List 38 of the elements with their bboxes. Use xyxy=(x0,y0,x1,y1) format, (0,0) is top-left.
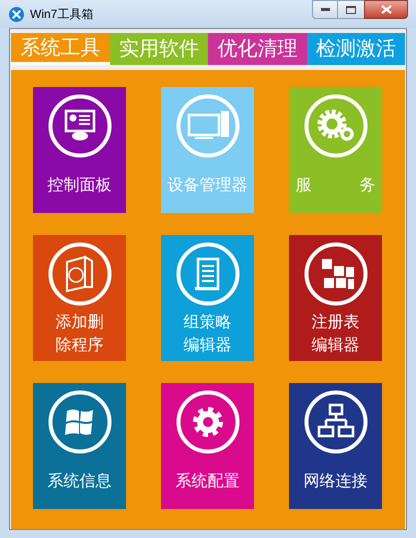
tile-label: 系统配置 xyxy=(176,472,240,492)
close-button[interactable] xyxy=(364,0,408,19)
scroll-icon xyxy=(176,242,240,306)
tool-tile[interactable]: 注册表编辑器 xyxy=(289,235,382,361)
tab[interactable]: 系统工具 xyxy=(11,33,110,65)
window-title: Win7工具箱 xyxy=(30,6,94,23)
tile-label: 添加删除程序 xyxy=(56,312,104,356)
tool-tile[interactable]: 服 务 xyxy=(289,87,382,213)
tile-label: 系统信息 xyxy=(48,472,112,492)
app-icon xyxy=(9,6,24,22)
computer-icon xyxy=(176,94,240,158)
gears-icon xyxy=(304,94,368,158)
tile-label: 组策略编辑器 xyxy=(184,312,232,356)
tile-label: 控制面板 xyxy=(48,176,112,196)
minimize-icon xyxy=(320,8,330,11)
close-icon xyxy=(380,5,392,14)
software-box-icon xyxy=(48,242,112,306)
tile-label: 服 务 xyxy=(296,176,376,196)
network-icon xyxy=(304,390,368,454)
tab[interactable]: 优化清理 xyxy=(208,33,306,65)
tab[interactable]: 实用软件 xyxy=(110,33,208,65)
tool-tile[interactable]: 组策略编辑器 xyxy=(161,235,254,361)
tile-label: 网络连接 xyxy=(304,472,368,492)
tab[interactable]: 检测激活 xyxy=(306,33,405,65)
windows-logo-icon xyxy=(48,390,112,454)
maximize-icon xyxy=(346,6,356,14)
control-panel-icon xyxy=(48,94,112,158)
tile-label: 注册表编辑器 xyxy=(312,312,360,356)
tool-tile[interactable]: 控制面板 xyxy=(33,87,126,213)
tool-tile[interactable]: 系统配置 xyxy=(161,383,254,509)
tile-label: 设备管理器 xyxy=(168,176,248,196)
settings-icon xyxy=(176,390,240,454)
maximize-button[interactable] xyxy=(338,0,364,19)
minimize-button[interactable] xyxy=(312,0,338,19)
tool-tile[interactable]: 网络连接 xyxy=(289,383,382,509)
tool-tile[interactable]: 添加删除程序 xyxy=(33,235,126,361)
tool-tile[interactable]: 系统信息 xyxy=(33,383,126,509)
cubes-icon xyxy=(304,242,368,306)
